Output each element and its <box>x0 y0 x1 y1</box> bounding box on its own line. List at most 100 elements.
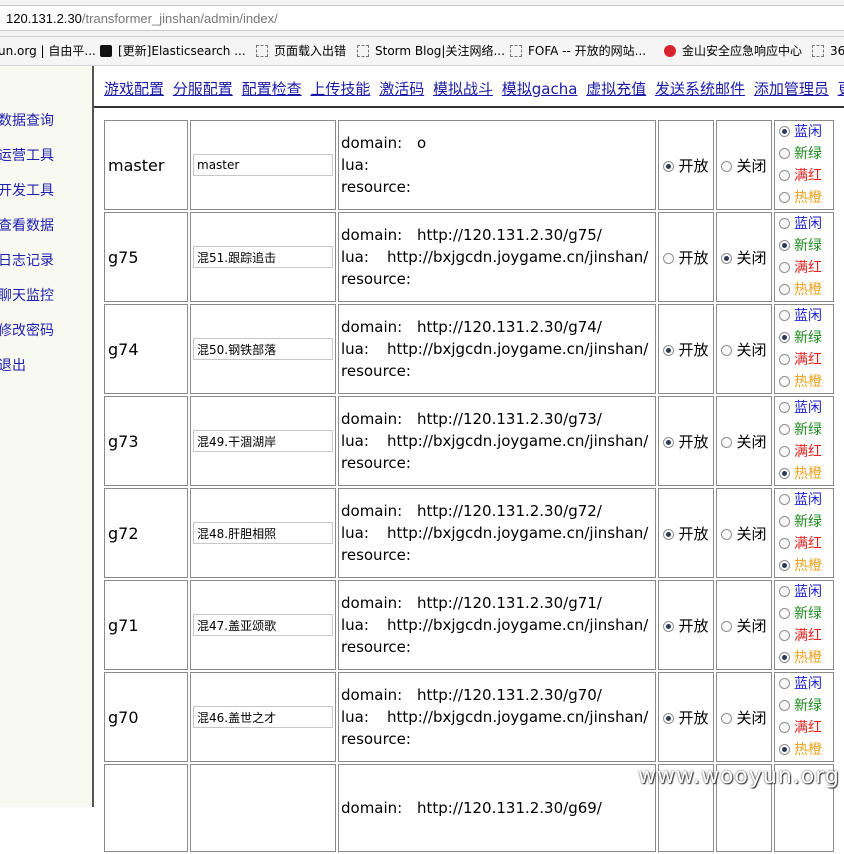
tag-option-green[interactable]: 新绿 <box>779 235 833 257</box>
radio-icon[interactable] <box>721 528 733 540</box>
sidebar-item-change-password[interactable]: 修改密码 <box>0 320 54 340</box>
radio-icon[interactable] <box>779 218 790 229</box>
tag-option-green[interactable]: 新绿 <box>779 695 833 717</box>
tag-option-orange[interactable]: 热橙 <box>779 187 833 209</box>
status-close-option[interactable]: 关闭 <box>716 488 772 578</box>
nav-send-system-mail[interactable]: 发送系统邮件 <box>655 80 745 98</box>
radio-icon[interactable] <box>779 700 790 711</box>
radio-icon[interactable] <box>721 160 733 172</box>
radio-icon[interactable] <box>779 446 790 457</box>
nav-add-admin[interactable]: 添加管理员 <box>754 80 829 98</box>
radio-icon[interactable] <box>663 436 675 448</box>
radio-icon[interactable] <box>779 722 790 733</box>
bookmark-item[interactable]: 36 <box>812 37 844 65</box>
radio-icon[interactable] <box>721 344 733 356</box>
address-bar[interactable]: 120.131.2.30/transformer_jinshan/admin/i… <box>0 5 844 31</box>
bookmark-item[interactable]: un.org | 自由平... <box>0 37 96 65</box>
radio-icon[interactable] <box>663 344 675 356</box>
radio-icon[interactable] <box>779 240 790 251</box>
radio-icon[interactable] <box>663 528 675 540</box>
status-close-option[interactable]: 关闭 <box>716 396 772 486</box>
nav-game-config[interactable]: 游戏配置 <box>104 80 164 98</box>
radio-icon[interactable] <box>663 160 675 172</box>
radio-icon[interactable] <box>721 436 733 448</box>
radio-icon[interactable] <box>779 678 790 689</box>
sidebar-item-logout[interactable]: 退出 <box>0 355 26 375</box>
tag-option-red[interactable]: 满红 <box>779 717 833 739</box>
radio-icon[interactable] <box>779 744 790 755</box>
sidebar-item-view-data[interactable]: 查看数据 <box>0 215 54 235</box>
radio-icon[interactable] <box>779 170 790 181</box>
sidebar-item-logs[interactable]: 日志记录 <box>0 250 54 270</box>
radio-icon[interactable] <box>721 620 733 632</box>
status-open-option[interactable]: 开放 <box>658 120 714 210</box>
tag-option-green[interactable]: 新绿 <box>779 511 833 533</box>
tag-option-green[interactable]: 新绿 <box>779 327 833 349</box>
status-close-option[interactable]: 关闭 <box>716 580 772 670</box>
status-open-option[interactable]: 开放 <box>658 488 714 578</box>
status-close-option[interactable]: 关闭 <box>716 212 772 302</box>
nav-simulate-battle[interactable]: 模拟战斗 <box>433 80 493 98</box>
bookmark-item[interactable]: 金山安全应急响应中心 <box>664 37 802 65</box>
server-name-input[interactable] <box>193 706 333 728</box>
tag-option-green[interactable]: 新绿 <box>779 419 833 441</box>
sidebar-item-chat-monitor[interactable]: 聊天监控 <box>0 285 54 305</box>
sidebar-item-data-query[interactable]: 数据查询 <box>0 110 54 130</box>
status-open-option[interactable]: 开放 <box>658 672 714 762</box>
tag-option-red[interactable]: 满红 <box>779 257 833 279</box>
nav-activation-code[interactable]: 激活码 <box>379 80 424 98</box>
server-name-input[interactable] <box>193 614 333 636</box>
radio-icon[interactable] <box>663 712 675 724</box>
nav-config-check[interactable]: 配置检查 <box>242 80 302 98</box>
status-open-option[interactable]: 开放 <box>658 580 714 670</box>
sidebar-item-dev-tools[interactable]: 开发工具 <box>0 180 54 200</box>
server-name-input[interactable] <box>193 154 333 176</box>
server-name-input[interactable] <box>193 338 333 360</box>
radio-icon[interactable] <box>779 310 790 321</box>
nav-simulate-gacha[interactable]: 模拟gacha <box>502 80 578 98</box>
radio-icon[interactable] <box>779 284 790 295</box>
bookmark-item[interactable]: FOFA -- 开放的网站... <box>510 37 646 65</box>
tag-option-blue[interactable]: 蓝闲 <box>779 121 833 143</box>
radio-icon[interactable] <box>779 148 790 159</box>
bookmark-item[interactable]: 页面载入出错 <box>256 37 346 65</box>
tag-option-red[interactable]: 满红 <box>779 533 833 555</box>
tag-option-red[interactable]: 满红 <box>779 625 833 647</box>
status-close-option[interactable]: 关闭 <box>716 672 772 762</box>
radio-icon[interactable] <box>779 354 790 365</box>
radio-icon[interactable] <box>779 126 790 137</box>
tag-option-orange[interactable]: 热橙 <box>779 371 833 393</box>
status-close-option[interactable]: 关闭 <box>716 304 772 394</box>
status-open-option[interactable]: 开放 <box>658 304 714 394</box>
bookmark-item[interactable]: [更新]Elasticsearch ... <box>100 37 246 65</box>
nav-virtual-recharge[interactable]: 虚拟充值 <box>586 80 646 98</box>
radio-icon[interactable] <box>721 252 733 264</box>
radio-icon[interactable] <box>779 608 790 619</box>
nav-more[interactable]: 更 <box>838 80 844 98</box>
tag-option-blue[interactable]: 蓝闲 <box>779 673 833 695</box>
tag-option-orange[interactable]: 热橙 <box>779 463 833 485</box>
radio-icon[interactable] <box>779 468 790 479</box>
radio-icon[interactable] <box>779 652 790 663</box>
tag-option-blue[interactable]: 蓝闲 <box>779 213 833 235</box>
tag-option-orange[interactable]: 热橙 <box>779 279 833 301</box>
sidebar-item-ops-tools[interactable]: 运营工具 <box>0 145 54 165</box>
radio-icon[interactable] <box>663 252 675 264</box>
radio-icon[interactable] <box>779 402 790 413</box>
tag-option-orange[interactable]: 热橙 <box>779 739 833 761</box>
radio-icon[interactable] <box>779 494 790 505</box>
radio-icon[interactable] <box>779 630 790 641</box>
radio-icon[interactable] <box>779 376 790 387</box>
tag-option-blue[interactable]: 蓝闲 <box>779 397 833 419</box>
radio-icon[interactable] <box>663 620 675 632</box>
radio-icon[interactable] <box>779 424 790 435</box>
radio-icon[interactable] <box>779 586 790 597</box>
tag-option-red[interactable]: 满红 <box>779 441 833 463</box>
tag-option-red[interactable]: 满红 <box>779 165 833 187</box>
server-name-input[interactable] <box>193 246 333 268</box>
tag-option-red[interactable]: 满红 <box>779 349 833 371</box>
tag-option-blue[interactable]: 蓝闲 <box>779 489 833 511</box>
tag-option-blue[interactable]: 蓝闲 <box>779 305 833 327</box>
server-name-input[interactable] <box>193 522 333 544</box>
radio-icon[interactable] <box>779 192 790 203</box>
